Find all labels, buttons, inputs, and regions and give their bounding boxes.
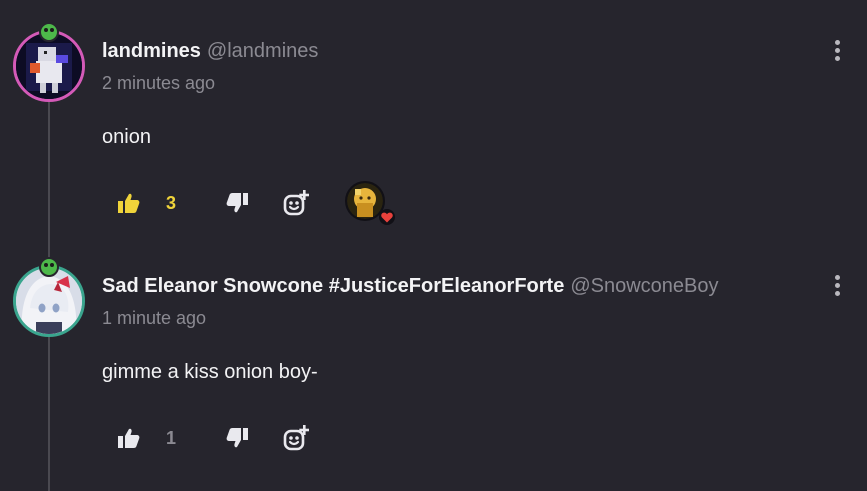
reaction-user[interactable]	[345, 181, 395, 225]
avatar-container[interactable]	[13, 257, 85, 337]
thumbs-up-icon	[118, 428, 140, 448]
add-reaction-button[interactable]	[283, 418, 309, 458]
heart-icon	[379, 209, 395, 225]
like-count: 1	[166, 428, 177, 448]
author-handle[interactable]: @SnowconeBoy	[570, 275, 718, 297]
author-handle[interactable]: @landmines	[207, 40, 318, 62]
add-reaction-icon	[283, 425, 309, 451]
dislike-button[interactable]	[226, 418, 248, 458]
avatar-image	[16, 268, 82, 334]
comment: Sad Eleanor Snowcone #JusticeForEleanorF…	[0, 245, 867, 491]
author-name[interactable]: Sad Eleanor Snowcone #JusticeForEleanorF…	[102, 275, 564, 297]
thumbs-down-icon	[226, 193, 248, 213]
kebab-menu-icon[interactable]	[833, 40, 841, 64]
avatar-container[interactable]	[13, 22, 85, 102]
frog-badge-icon	[39, 257, 59, 277]
dislike-button[interactable]	[226, 183, 248, 223]
timestamp: 2 minutes ago	[102, 73, 216, 93]
avatar-image	[16, 33, 82, 99]
author-name[interactable]: landmines	[102, 40, 201, 62]
comment-actions: 1	[110, 418, 510, 458]
thumbs-up-icon	[118, 193, 140, 213]
like-button[interactable]	[118, 418, 140, 458]
comment-actions: 3	[110, 181, 510, 225]
like-button[interactable]	[118, 183, 140, 223]
frog-badge-icon	[39, 22, 59, 42]
add-reaction-button[interactable]	[283, 183, 309, 223]
add-reaction-icon	[283, 190, 309, 216]
comment-header: Sad Eleanor Snowcone #JusticeForEleanorF…	[102, 275, 719, 298]
like-count: 3	[166, 193, 177, 213]
kebab-menu-icon[interactable]	[833, 275, 841, 299]
comment-header: landmines @landmines	[102, 40, 318, 63]
comment-body: gimme a kiss onion boy-	[102, 361, 318, 383]
comment-body: onion	[102, 126, 151, 148]
timestamp: 1 minute ago	[102, 308, 207, 328]
thumbs-down-icon	[226, 428, 248, 448]
comment-thread: landmines @landmines 2 minutes ago onion …	[0, 0, 867, 491]
comment: landmines @landmines 2 minutes ago onion …	[0, 0, 867, 245]
